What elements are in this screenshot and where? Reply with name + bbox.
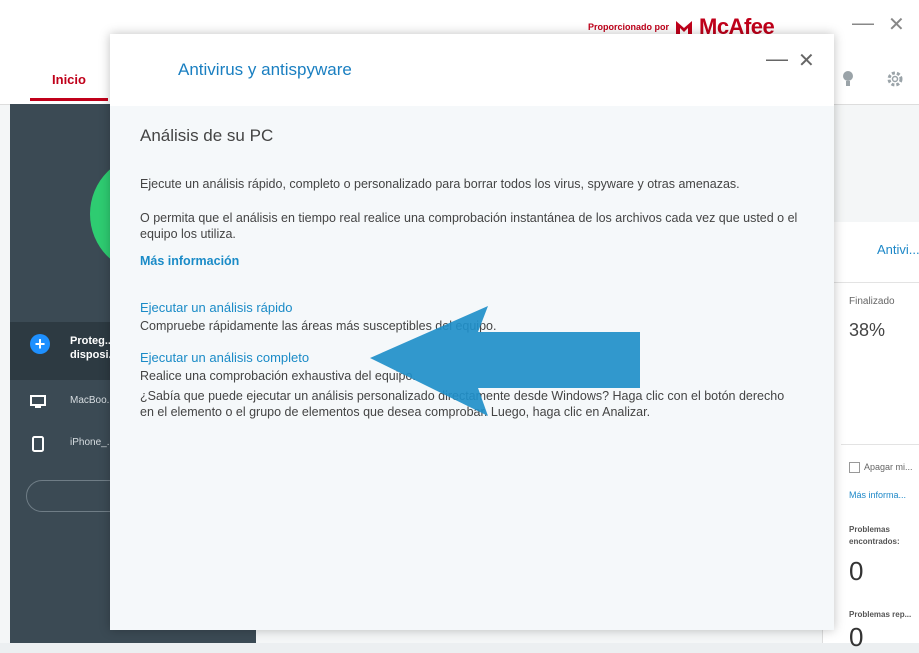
tab-home-indicator	[30, 98, 108, 101]
problems-repaired-label: Problemas rep...	[849, 610, 912, 619]
dialog-minimize-button[interactable]: —	[766, 46, 788, 72]
divider	[841, 444, 919, 445]
mcafee-shield-icon	[676, 21, 692, 34]
more-info-link[interactable]: Más informa...	[849, 490, 906, 500]
realtime-text: O permita que el análisis en tiempo real…	[140, 211, 798, 241]
main-minimize-button[interactable]: —	[852, 10, 874, 36]
brand-powered-by: Proporcionado por	[588, 22, 669, 32]
lightbulb-icon[interactable]	[842, 70, 854, 88]
shutdown-checkbox[interactable]: Apagar mi...	[849, 462, 913, 474]
dialog-close-button[interactable]: ✕	[798, 48, 815, 73]
arrow-pointer-icon	[370, 306, 640, 416]
plus-icon: +	[30, 334, 50, 354]
section-title: Análisis de su PC	[140, 126, 274, 145]
intro-text: Ejecute un análisis rápido, completo o p…	[140, 177, 740, 191]
scan-progress: 38%	[849, 320, 886, 340]
shutdown-label: Apagar mi...	[864, 462, 913, 472]
panel-title: Antivi...	[877, 242, 919, 257]
checkbox-box[interactable]	[849, 462, 860, 474]
dialog-header: Antivirus y antispyware — ✕	[110, 34, 834, 107]
gear-icon[interactable]	[886, 70, 904, 88]
divider	[823, 282, 919, 283]
problems-found-label: Problemas encontrados:	[849, 525, 900, 546]
tab-home[interactable]: Inicio	[30, 60, 108, 102]
quick-scan-link[interactable]: Ejecutar un análisis rápido	[140, 300, 292, 315]
problems-found-count: 0	[849, 556, 864, 586]
laptop-icon	[30, 395, 46, 408]
device-label: iPhone_...	[70, 437, 116, 448]
scan-status-panel: Antivi... Finalizado 38% Apagar mi... Má…	[822, 222, 919, 652]
scan-status-label: Finalizado	[849, 296, 895, 307]
phone-icon	[32, 436, 44, 452]
main-close-button[interactable]: ✕	[888, 12, 905, 37]
problems-repaired-count: 0	[849, 622, 864, 652]
full-scan-link[interactable]: Ejecutar un análisis completo	[140, 350, 309, 365]
more-info-link[interactable]: Más información	[140, 254, 239, 268]
dialog-title: Antivirus y antispyware	[178, 60, 352, 79]
